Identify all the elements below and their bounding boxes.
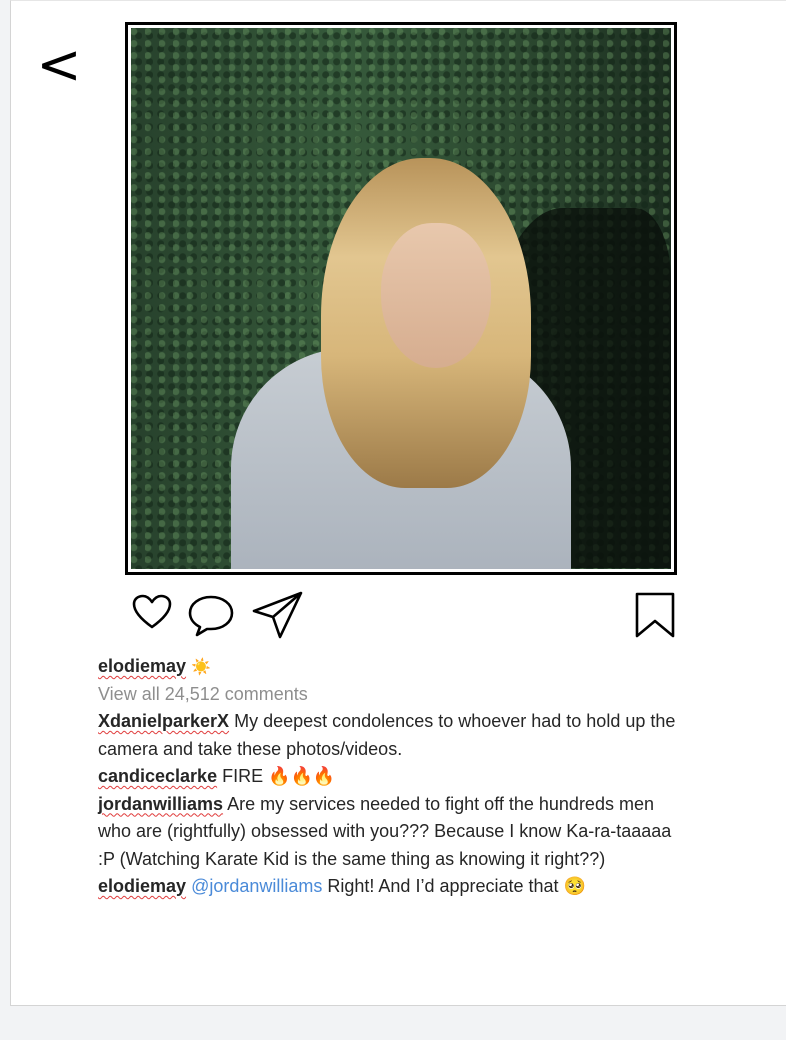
comment-row: candiceclarke FIRE 🔥🔥🔥 (98, 763, 688, 791)
action-bar (11, 589, 786, 643)
view-comments-line: View all 24,512 comments (98, 681, 688, 709)
post-author-username[interactable]: elodiemay (98, 656, 186, 676)
comment-username[interactable]: jordanwilliams (98, 794, 223, 814)
comment-row: jordanwilliams Are my services needed to… (98, 791, 688, 874)
speech-bubble-icon[interactable] (187, 594, 235, 638)
bookmark-icon[interactable] (633, 591, 677, 639)
image-face (381, 223, 491, 368)
post-author-line: elodiemay ☀️ (98, 653, 688, 681)
post-image-frame (125, 22, 677, 575)
post-image[interactable] (131, 28, 671, 569)
comment-mention[interactable]: @jordanwilliams (191, 876, 322, 896)
caption-area: elodiemay ☀️ View all 24,512 comments Xd… (98, 653, 688, 901)
back-button[interactable]: < (35, 35, 83, 95)
comment-row: XdanielparkerX My deepest condolences to… (98, 708, 688, 763)
comment-row: elodiemay @jordanwilliams Right! And I’d… (98, 873, 688, 901)
comment-username[interactable]: candiceclarke (98, 766, 217, 786)
post-page: < elodiemay ☀️ View all 24,512 comments … (10, 0, 786, 1006)
comment-username[interactable]: XdanielparkerX (98, 711, 229, 731)
view-all-comments-link[interactable]: View all 24,512 comments (98, 684, 308, 704)
paper-plane-icon[interactable] (251, 590, 305, 640)
sun-emoji: ☀️ (191, 657, 211, 676)
comment-username[interactable]: elodiemay (98, 876, 186, 896)
heart-icon[interactable] (132, 594, 172, 630)
comment-text: Right! And I’d appreciate that 🥺 (327, 876, 586, 896)
comment-text: FIRE 🔥🔥🔥 (222, 766, 336, 786)
